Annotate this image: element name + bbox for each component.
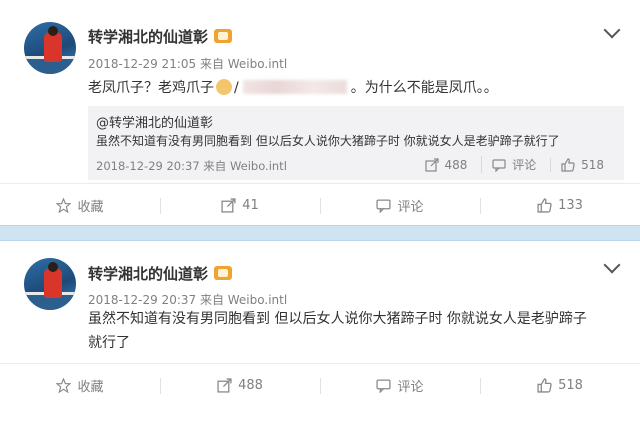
user-avatar[interactable] bbox=[24, 22, 76, 74]
star-icon bbox=[56, 198, 72, 213]
quoted-username[interactable]: @转学湘北的仙道彰 bbox=[96, 112, 213, 131]
repost-button[interactable]: 488 bbox=[160, 364, 320, 407]
comment-icon bbox=[376, 198, 392, 213]
verified-badge-icon bbox=[214, 29, 233, 43]
quoted-repost-button[interactable]: 488 bbox=[415, 158, 478, 172]
post-meta: 2018-12-29 21:05 来自 Weibo.intl bbox=[88, 57, 288, 71]
thumbs-up-icon bbox=[561, 157, 575, 172]
post-meta: 2018-12-29 20:37 来自 Weibo.intl bbox=[88, 293, 288, 307]
quoted-meta: 2018-12-29 20:37 来自 Weibo.intl bbox=[96, 159, 287, 173]
username[interactable]: 转学湘北的仙道彰 bbox=[88, 26, 233, 47]
like-button[interactable]: 133 bbox=[480, 184, 640, 227]
comment-icon bbox=[376, 378, 392, 393]
quoted-stats: 488 评论 518 bbox=[415, 156, 614, 175]
weibo-post-2: 转学湘北的仙道彰 2018-12-29 20:37 来自 Weibo.intl … bbox=[0, 241, 640, 435]
star-icon bbox=[56, 378, 72, 393]
like-button[interactable]: 518 bbox=[480, 364, 640, 407]
user-avatar[interactable] bbox=[24, 258, 76, 310]
quoted-post[interactable]: @转学湘北的仙道彰 虽然不知道有没有男同胞看到 但以后女人说你大猪蹄子时 你就说… bbox=[88, 106, 624, 180]
favorite-button[interactable]: 收藏 bbox=[0, 184, 160, 227]
repost-button[interactable]: 41 bbox=[160, 184, 320, 227]
post-text: 虽然不知道有没有男同胞看到 但以后女人说你大猪蹄子时 你就说女人是老驴蹄子 就行… bbox=[88, 311, 587, 351]
post-action-bar: 收藏 41 评论 133 bbox=[0, 183, 640, 227]
post-text: 老凤爪子？老鸡爪子 / 。为什么不能是凤爪。。 bbox=[88, 79, 498, 96]
verified-badge-icon bbox=[214, 266, 233, 280]
favorite-button[interactable]: 收藏 bbox=[0, 364, 160, 407]
username[interactable]: 转学湘北的仙道彰 bbox=[88, 263, 233, 284]
repost-icon bbox=[217, 378, 232, 393]
comment-button[interactable]: 评论 bbox=[320, 184, 480, 227]
blurred-text bbox=[242, 80, 347, 94]
quoted-like-button[interactable]: 518 bbox=[550, 157, 614, 172]
quoted-text: 虽然不知道有没有男同胞看到 但以后女人说你大猪蹄子时 你就说女人是老驴蹄子就行了 bbox=[96, 134, 560, 148]
repost-icon bbox=[424, 157, 439, 172]
feed-divider bbox=[0, 225, 640, 241]
quoted-comment-button[interactable]: 评论 bbox=[481, 156, 546, 173]
thumbs-up-icon bbox=[537, 198, 552, 213]
repost-icon bbox=[221, 198, 236, 213]
comment-icon bbox=[492, 158, 506, 172]
comment-button[interactable]: 评论 bbox=[320, 364, 480, 407]
chevron-down-icon[interactable] bbox=[603, 256, 621, 274]
emoji-icon bbox=[216, 79, 232, 95]
thumbs-up-icon bbox=[537, 378, 552, 393]
weibo-post-1: 转学湘北的仙道彰 2018-12-29 21:05 来自 Weibo.intl … bbox=[0, 0, 640, 225]
chevron-down-icon[interactable] bbox=[603, 21, 621, 39]
post-action-bar: 收藏 488 评论 518 bbox=[0, 363, 640, 407]
